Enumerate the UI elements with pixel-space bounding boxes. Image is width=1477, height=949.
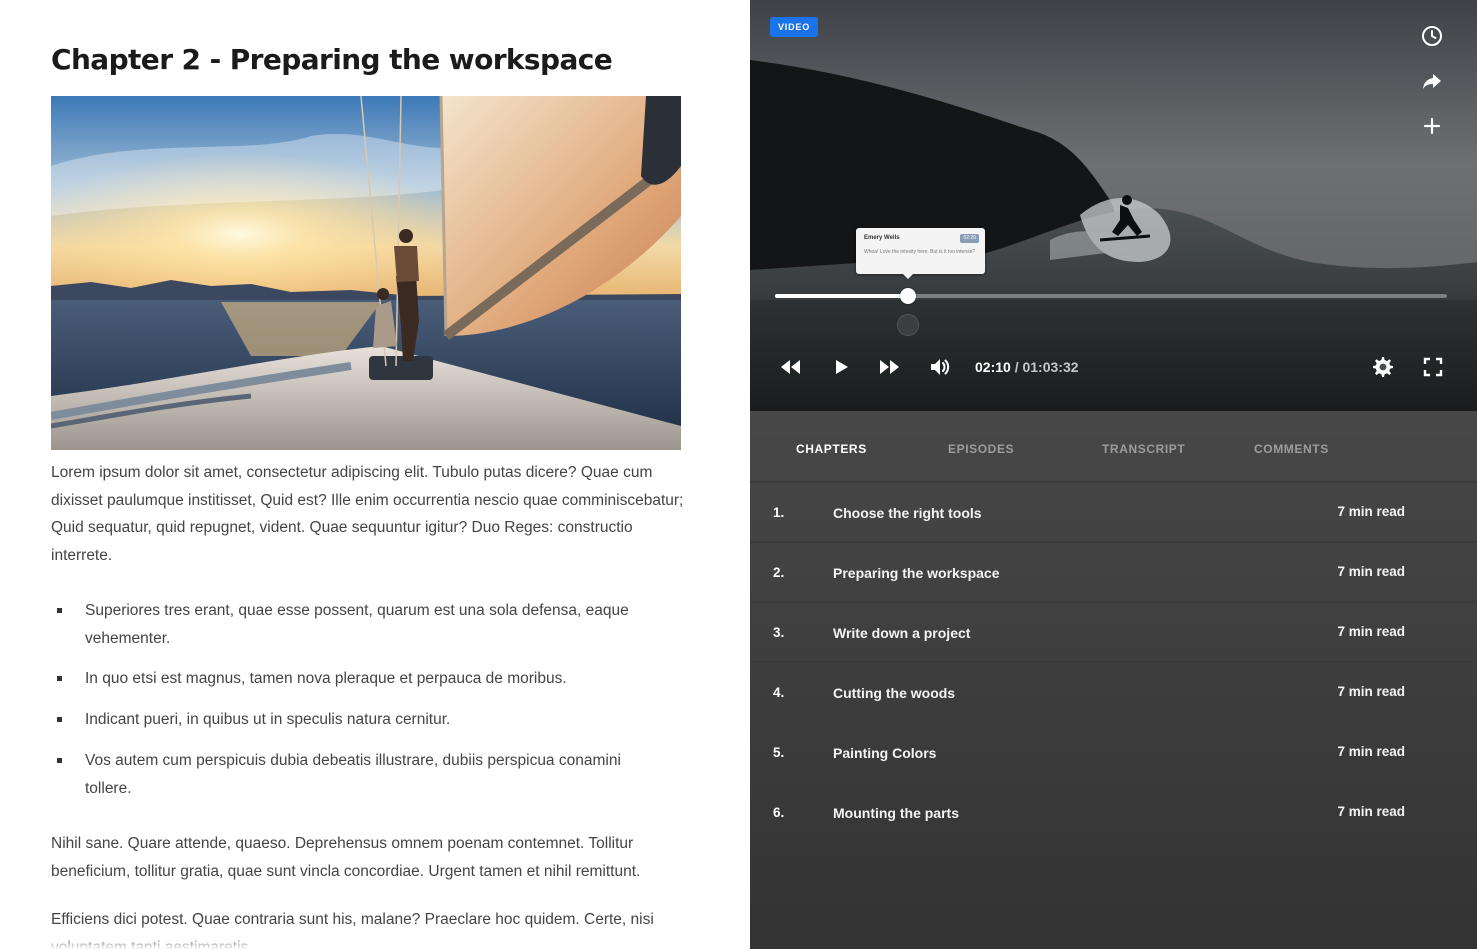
tab-chapters[interactable]: CHAPTERS xyxy=(796,442,867,456)
play-icon[interactable] xyxy=(828,354,854,380)
chapter-number: 3. xyxy=(773,625,785,640)
chapter-row[interactable]: 3. Write down a project 7 min read xyxy=(750,601,1477,661)
body-paragraph: Nihil sane. Quare attende, quaeso. Depre… xyxy=(51,835,641,880)
chapter-number: 4. xyxy=(773,685,785,700)
comment-author: Emery Wells xyxy=(864,235,900,241)
plus-icon[interactable] xyxy=(1420,114,1444,138)
chapter-duration: 7 min read xyxy=(1337,504,1405,519)
chapter-title: Preparing the workspace xyxy=(833,565,1000,581)
tab-episodes[interactable]: EPISODES xyxy=(948,442,1014,456)
clock-icon[interactable] xyxy=(1420,24,1444,48)
chapter-row[interactable]: 6. Mounting the parts 7 min read xyxy=(750,781,1477,841)
video-badge: VIDEO xyxy=(770,17,819,37)
chapter-number: 1. xyxy=(773,505,785,520)
video-player[interactable]: VIDEO Emery Wells 02:20 Whoa! Love the i… xyxy=(750,0,1477,411)
media-tabs: CHAPTERS EPISODES TRANSCRIPT COMMENTS xyxy=(750,411,1477,481)
list-item: Vos autem cum perspicuis dubia debeatis … xyxy=(51,747,651,802)
bullet-icon xyxy=(57,608,62,613)
time-display: 02:10 / 01:03:32 xyxy=(975,357,1079,377)
comment-marker-avatar[interactable] xyxy=(897,314,919,336)
chapter-duration: 7 min read xyxy=(1337,684,1405,699)
bullet-text: Vos autem cum perspicuis dubia debeatis … xyxy=(85,751,621,797)
bullet-text: In quo etsi est magnus, tamen nova plera… xyxy=(85,670,567,688)
settings-gear-icon[interactable] xyxy=(1369,354,1395,380)
chapter-number: 5. xyxy=(773,745,785,760)
volume-icon[interactable] xyxy=(927,354,953,380)
list-item: Superiores tres erant, quae esse possent… xyxy=(51,597,651,652)
time-separator: / xyxy=(1014,359,1019,375)
chapter-row[interactable]: 2. Preparing the workspace 7 min read xyxy=(750,541,1477,601)
chapter-duration: 7 min read xyxy=(1337,624,1405,639)
chapter-title: Choose the right tools xyxy=(833,505,982,521)
chapter-row[interactable]: 5. Painting Colors 7 min read xyxy=(750,721,1477,781)
chapter-row[interactable]: 1. Choose the right tools 7 min read xyxy=(750,481,1477,541)
chapter-number: 6. xyxy=(773,805,785,820)
list-item: In quo etsi est magnus, tamen nova plera… xyxy=(51,665,651,693)
bullet-list: Superiores tres erant, quae esse possent… xyxy=(51,597,651,815)
chapter-title: Cutting the woods xyxy=(833,685,956,701)
chapter-number: 2. xyxy=(773,565,785,580)
chapter-title: Mounting the parts xyxy=(833,805,959,821)
comment-text: Whoa! Love the intesity here. But is it … xyxy=(864,249,976,255)
chapter-title: Write down a project xyxy=(833,625,971,641)
progress-fill xyxy=(775,294,909,298)
rewind-icon[interactable] xyxy=(778,354,804,380)
current-time: 02:10 xyxy=(975,359,1011,375)
hero-image xyxy=(51,96,681,450)
tab-comments[interactable]: COMMENTS xyxy=(1254,442,1329,456)
total-duration: 01:03:32 xyxy=(1022,359,1079,375)
fullscreen-icon[interactable] xyxy=(1420,354,1446,380)
list-item: Indicant pueri, in quibus ut in speculis… xyxy=(51,706,651,734)
tab-transcript[interactable]: TRANSCRIPT xyxy=(1102,442,1185,456)
bullet-icon xyxy=(57,757,62,763)
bullet-text: Indicant pueri, in quibus ut in speculis… xyxy=(85,711,451,729)
chapter-row[interactable]: 4. Cutting the woods 7 min read xyxy=(750,661,1477,721)
chapter-list: 1. Choose the right tools 7 min read 2. … xyxy=(750,481,1477,841)
bullet-icon xyxy=(57,676,62,682)
progress-bar[interactable] xyxy=(775,288,1447,304)
chapter-duration: 7 min read xyxy=(1337,564,1405,579)
comment-tooltip[interactable]: Emery Wells 02:20 Whoa! Love the intesit… xyxy=(856,228,985,279)
chapter-title: Painting Colors xyxy=(833,745,937,761)
fast-forward-icon[interactable] xyxy=(876,354,902,380)
bullet-text: Superiores tres erant, quae esse possent… xyxy=(85,602,629,647)
article: Chapter 2 - Preparing the workspace Lore… xyxy=(0,0,750,949)
chapter-duration: 7 min read xyxy=(1337,804,1405,819)
bullet-icon xyxy=(57,717,62,723)
chapter-duration: 7 min read xyxy=(1337,744,1405,759)
page-title: Chapter 2 - Preparing the workspace xyxy=(51,43,613,76)
media-panel: VIDEO Emery Wells 02:20 Whoa! Love the i… xyxy=(750,0,1477,949)
progress-handle[interactable] xyxy=(900,288,917,304)
comment-timestamp: 02:20 xyxy=(960,234,979,243)
intro-paragraph: Lorem ipsum dolor sit amet, consectetur … xyxy=(51,464,684,565)
video-frame xyxy=(750,0,1477,411)
scroll-fade xyxy=(0,935,750,949)
share-icon[interactable] xyxy=(1420,69,1444,93)
